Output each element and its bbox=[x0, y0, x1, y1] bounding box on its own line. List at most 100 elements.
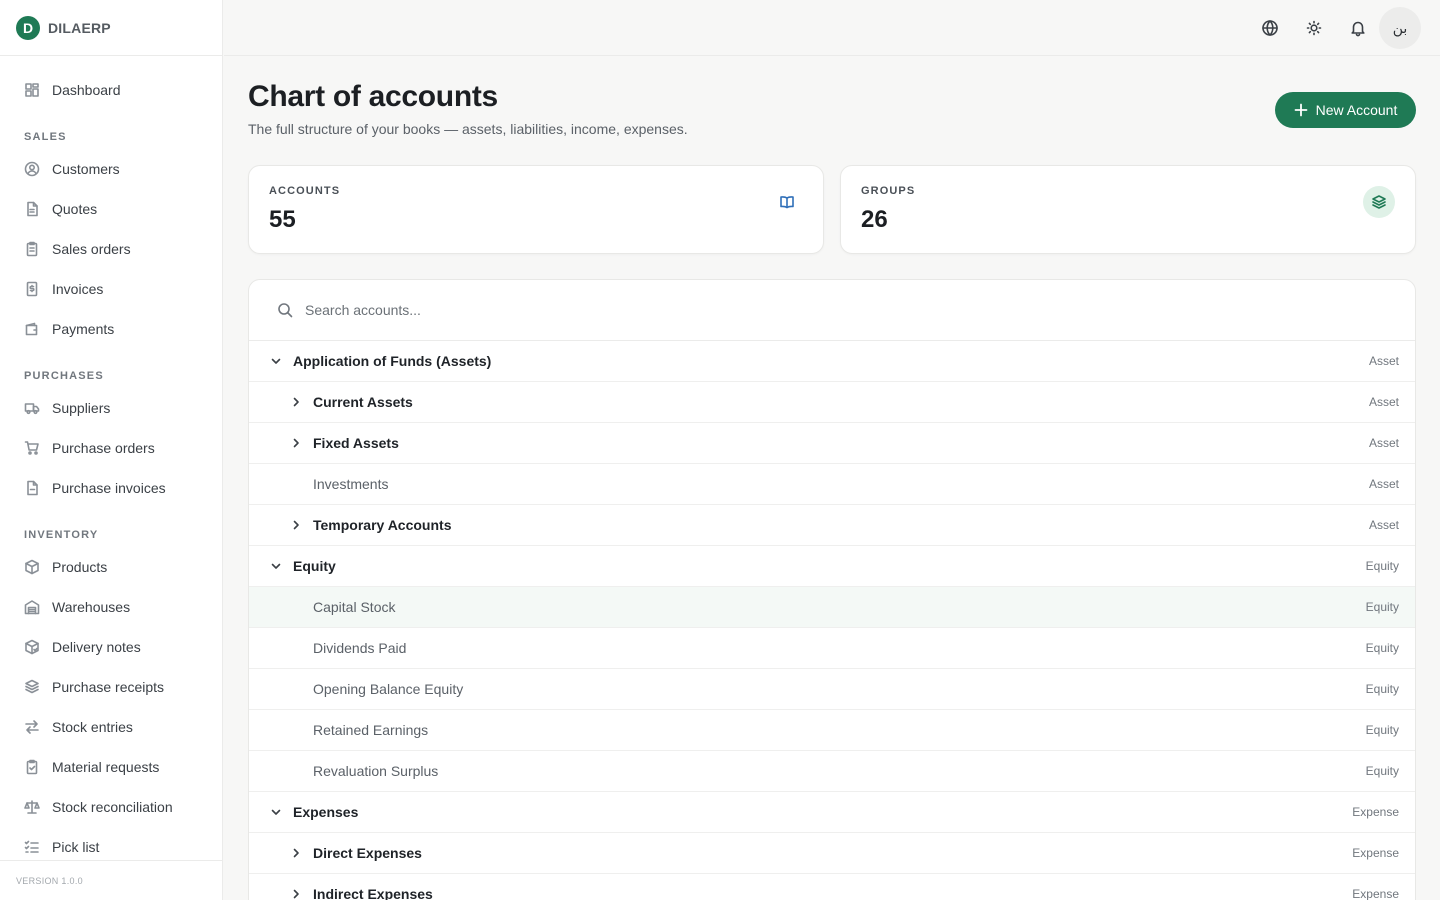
sidebar-item-sales-orders[interactable]: Sales orders bbox=[24, 237, 131, 261]
new-account-button[interactable]: New Account bbox=[1275, 92, 1416, 128]
wallet-icon bbox=[25, 322, 38, 336]
sidebar-item-material-requests[interactable]: Material requests bbox=[24, 755, 159, 779]
sidebar-item-label: Stock entries bbox=[52, 719, 133, 735]
accounts-stat-card: ACCOUNTS 55 bbox=[248, 165, 824, 254]
sidebar-item-purchase-orders[interactable]: Purchase orders bbox=[24, 436, 155, 460]
sidebar-item-payments[interactable]: Payments bbox=[24, 317, 114, 341]
sidebar-item-purchase-receipts[interactable]: Purchase receipts bbox=[24, 675, 164, 699]
sidebar-section-inventory: INVENTORY bbox=[24, 529, 99, 541]
sidebar-item-warehouses[interactable]: Warehouses bbox=[24, 595, 130, 619]
tree-account-row[interactable]: Opening Balance Equity Equity bbox=[249, 669, 1415, 710]
stat-value: 55 bbox=[269, 206, 296, 233]
chevron-down-icon[interactable] bbox=[269, 354, 283, 368]
tree-group-row[interactable]: Current Assets Asset bbox=[249, 382, 1415, 423]
sidebar-item-suppliers[interactable]: Suppliers bbox=[24, 396, 110, 420]
chevron-right-icon[interactable] bbox=[289, 887, 303, 900]
account-name: Opening Balance Equity bbox=[313, 681, 464, 697]
sidebar-item-customers[interactable]: Customers bbox=[24, 157, 120, 181]
sidebar-item-purchase-invoices[interactable]: Purchase invoices bbox=[24, 476, 166, 500]
sidebar-item-invoices[interactable]: Invoices bbox=[24, 277, 103, 301]
scale-icon bbox=[24, 800, 40, 814]
chevron-right-icon[interactable] bbox=[289, 395, 303, 409]
tree-account-row[interactable]: Revaluation Surplus Equity bbox=[249, 751, 1415, 792]
tree-group-row[interactable]: Direct Expenses Expense bbox=[249, 833, 1415, 874]
chevron-right-icon[interactable] bbox=[289, 436, 303, 450]
package-icon bbox=[25, 559, 39, 575]
chevron-right-icon[interactable] bbox=[289, 846, 303, 860]
sidebar-item-label: Warehouses bbox=[52, 599, 131, 615]
tree-group-row[interactable]: Application of Funds (Assets) Asset bbox=[249, 341, 1415, 382]
sidebar-item-quotes[interactable]: Quotes bbox=[24, 197, 97, 221]
groups-stat-card: GROUPS 26 bbox=[840, 165, 1416, 254]
account-type: Asset bbox=[1368, 436, 1399, 450]
account-type: Asset bbox=[1368, 477, 1399, 491]
account-type: Asset bbox=[1368, 395, 1399, 409]
chevron-down-icon[interactable] bbox=[269, 805, 283, 819]
clipboard-icon bbox=[26, 241, 38, 257]
account-name: Dividends Paid bbox=[313, 640, 407, 656]
sidebar-item-label: Purchase invoices bbox=[52, 480, 166, 496]
list-checks-icon bbox=[24, 840, 39, 853]
cart-icon bbox=[24, 441, 39, 455]
accounts-tree-card: Application of Funds (Assets)AssetCurren… bbox=[248, 279, 1416, 900]
stat-label: GROUPS bbox=[861, 185, 916, 197]
tree-group-row[interactable]: Equity Equity bbox=[249, 546, 1415, 587]
version-label: VERSION 1.0.0 bbox=[0, 860, 222, 900]
account-name: Capital Stock bbox=[313, 599, 396, 615]
sidebar-item-stock-entries[interactable]: Stock entries bbox=[24, 715, 133, 739]
clipboard-check-icon bbox=[26, 759, 38, 775]
account-type: Expense bbox=[1352, 805, 1399, 819]
sidebar-item-label: Payments bbox=[52, 321, 115, 337]
tree-group-row[interactable]: Temporary Accounts Asset bbox=[249, 505, 1415, 546]
avatar[interactable]: بن bbox=[1379, 7, 1421, 49]
account-name: Equity bbox=[293, 558, 336, 574]
account-name: Expenses bbox=[293, 804, 359, 820]
sidebar-item-label: Purchase orders bbox=[52, 440, 155, 456]
sidebar-item-label: Pick list bbox=[52, 839, 100, 855]
stat-icon-wrap bbox=[1363, 186, 1395, 218]
globe-icon bbox=[1262, 20, 1278, 36]
tree-account-row[interactable]: Capital Stock Equity bbox=[249, 587, 1415, 628]
chevron-right-icon[interactable] bbox=[289, 518, 303, 532]
document-icon bbox=[27, 201, 38, 217]
sidebar-nav: Dashboard SALES Customers Quotes Sales o… bbox=[0, 56, 222, 860]
tree-group-row[interactable]: Fixed Assets Asset bbox=[249, 423, 1415, 464]
brand-logo: D bbox=[16, 15, 40, 40]
sidebar-item-pick-list[interactable]: Pick list bbox=[24, 835, 99, 859]
boxes-icon bbox=[25, 679, 39, 694]
theme-toggle-button[interactable] bbox=[1300, 14, 1328, 42]
notifications-button[interactable] bbox=[1344, 14, 1372, 42]
brand[interactable]: D DILAERP bbox=[0, 0, 222, 56]
sidebar-item-label: Quotes bbox=[52, 201, 98, 217]
search-input[interactable] bbox=[305, 302, 905, 318]
bell-icon bbox=[1351, 21, 1365, 37]
sidebar-item-stock-reconciliation[interactable]: Stock reconciliation bbox=[24, 795, 173, 819]
account-type: Equity bbox=[1365, 641, 1399, 655]
account-type: Equity bbox=[1365, 559, 1399, 573]
language-button[interactable] bbox=[1256, 14, 1284, 42]
invoice-icon bbox=[26, 281, 38, 297]
sidebar-item-label: Stock reconciliation bbox=[52, 799, 173, 815]
account-name: Temporary Accounts bbox=[313, 517, 452, 533]
tree-account-row[interactable]: Investments Asset bbox=[249, 464, 1415, 505]
stat-icon-wrap bbox=[771, 186, 803, 218]
tree-account-row[interactable]: Dividends Paid Equity bbox=[249, 628, 1415, 669]
chevron-down-icon[interactable] bbox=[269, 559, 283, 573]
account-name: Current Assets bbox=[313, 394, 413, 410]
sidebar-item-delivery-notes[interactable]: Delivery notes bbox=[24, 635, 141, 659]
sidebar-item-dashboard[interactable]: Dashboard bbox=[24, 78, 121, 102]
account-type: Equity bbox=[1365, 600, 1399, 614]
tree-account-row[interactable]: Retained Earnings Equity bbox=[249, 710, 1415, 751]
sidebar-item-label: Invoices bbox=[52, 281, 104, 297]
tree-group-row[interactable]: Expenses Expense bbox=[249, 792, 1415, 833]
account-name: Revaluation Surplus bbox=[313, 763, 439, 779]
sidebar-item-label: Products bbox=[52, 559, 108, 575]
sidebar-item-label: Customers bbox=[52, 161, 120, 177]
account-name: Retained Earnings bbox=[313, 722, 429, 738]
tree-group-row[interactable]: Indirect Expenses Expense bbox=[249, 874, 1415, 900]
plus-icon bbox=[1294, 103, 1308, 117]
brand-name: DILAERP bbox=[48, 19, 111, 36]
sidebar-item-products[interactable]: Products bbox=[24, 555, 107, 579]
topbar: بن bbox=[224, 0, 1440, 56]
sidebar-section-purchases: PURCHASES bbox=[24, 370, 104, 382]
